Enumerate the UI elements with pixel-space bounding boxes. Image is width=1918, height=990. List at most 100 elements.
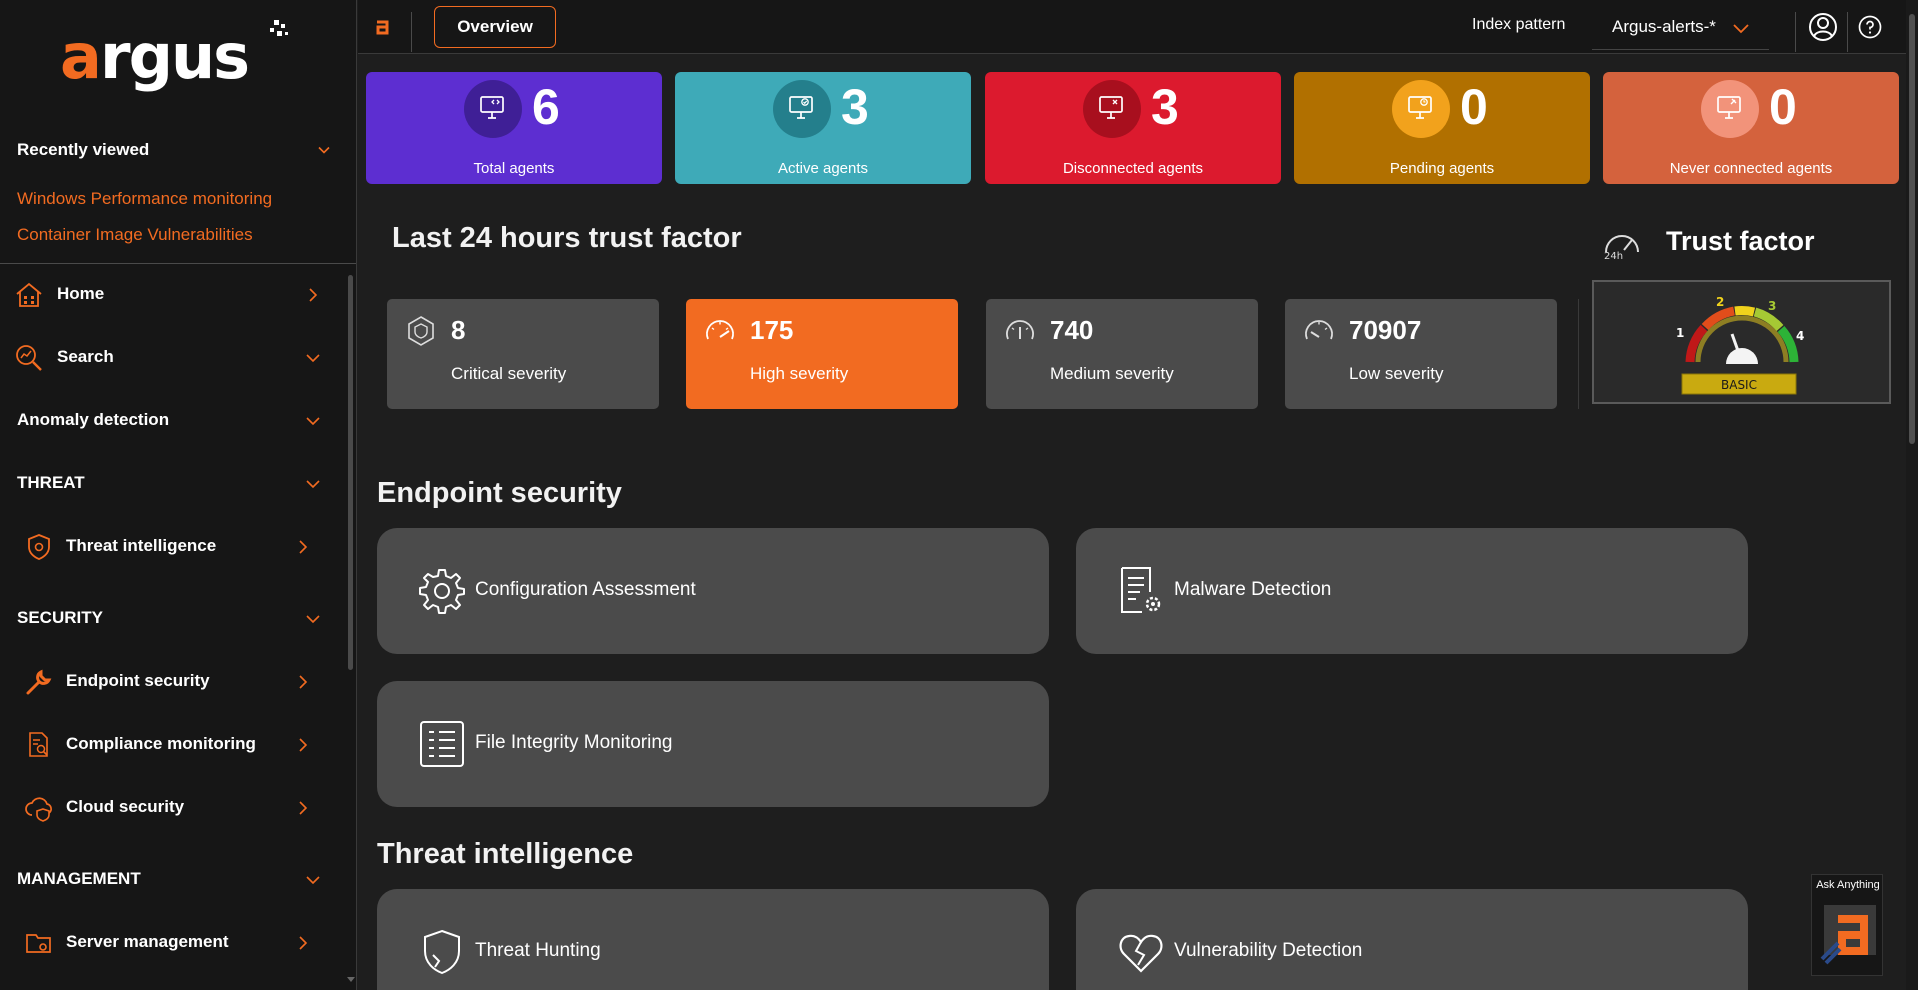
stat-label: Active agents (777, 160, 869, 177)
severity-value: 8 (451, 315, 466, 345)
index-pattern-select[interactable]: Argus-alerts-* (1592, 8, 1769, 50)
recent-link-container-image[interactable]: Container Image Vulnerabilities (17, 225, 253, 245)
list-document-icon (420, 721, 464, 767)
sidebar-section-threat[interactable]: THREAT (0, 459, 340, 509)
sidebar-item-label: Endpoint security (66, 671, 210, 690)
severity-card-critical[interactable]: 8 Critical severity (387, 299, 659, 409)
help-icon[interactable] (1858, 15, 1882, 39)
ask-anything-widget[interactable]: Ask Anything (1811, 874, 1883, 976)
argus-logo[interactable]: a rgus (60, 18, 300, 100)
chevron-right-icon (299, 540, 308, 554)
threat-hunting-card[interactable]: Threat Hunting (377, 889, 1049, 990)
gauge-tick-4: 4 (1796, 329, 1804, 343)
argus-mini-logo[interactable] (374, 17, 392, 35)
monitor-check-icon (773, 80, 831, 138)
chevron-right-icon (299, 936, 308, 950)
speedometer-24h-icon: 24h (1604, 235, 1639, 260)
sidebar-item-search[interactable]: Search (0, 333, 340, 383)
card-label: Malware Detection (1174, 579, 1332, 600)
gear-icon (419, 569, 465, 614)
chevron-right-icon (299, 801, 308, 815)
document-gear-icon (1121, 567, 1161, 613)
sidebar-item-label: Server management (66, 932, 229, 951)
stat-card-total-agents[interactable]: 6 Total agents (366, 72, 662, 184)
severity-card-low[interactable]: 70907 Low severity (1285, 299, 1557, 409)
severity-value: 70907 (1349, 315, 1422, 345)
chevron-down-icon[interactable] (318, 144, 330, 156)
configuration-assessment-card[interactable]: Configuration Assessment (377, 528, 1049, 654)
severity-label: Critical severity (451, 364, 567, 383)
speedometer-low-icon (1305, 320, 1333, 340)
sidebar-item-anomaly-detection[interactable]: Anomaly detection (0, 396, 340, 446)
stat-card-active-agents[interactable]: 3 Active agents (675, 72, 971, 184)
hexagon-shield-icon (408, 316, 434, 346)
stat-card-pending-agents[interactable]: 0 Pending agents (1294, 72, 1590, 184)
speedometer-medium-icon (1006, 320, 1034, 340)
stat-card-disconnected-agents[interactable]: 3 Disconnected agents (985, 72, 1281, 184)
scroll-down-arrow-icon[interactable] (346, 976, 356, 984)
malware-detection-card[interactable]: Malware Detection (1076, 528, 1748, 654)
svg-text:rgus: rgus (100, 20, 248, 93)
sidebar-item-label: Home (57, 284, 105, 303)
stat-card-never-connected-agents[interactable]: 0 Never connected agents (1603, 72, 1899, 184)
user-icon[interactable] (1808, 12, 1838, 42)
severity-value: 175 (750, 315, 794, 345)
tab-overview[interactable]: Overview (434, 6, 556, 48)
home-icon (16, 282, 42, 307)
sidebar-item-label: Search (57, 347, 114, 366)
badge-24h-text: 24h (1604, 251, 1623, 260)
sidebar-divider (0, 263, 356, 264)
endpoint-section-title: Endpoint security (377, 477, 622, 509)
sidebar-section-label: SECURITY (17, 608, 103, 627)
trust-factor-title: Trust factor (1666, 226, 1815, 256)
folder-gear-icon (26, 934, 51, 953)
sidebar-item-home[interactable]: Home (0, 270, 340, 320)
sidebar-item-label: Cloud security (66, 797, 185, 816)
chevron-down-icon (306, 354, 320, 363)
recently-viewed-title: Recently viewed (17, 140, 150, 159)
cloud-shield-icon (25, 797, 52, 822)
sidebar-item-server-management[interactable]: Server management (0, 918, 340, 968)
sidebar-section-security[interactable]: SECURITY (0, 594, 340, 644)
sidebar-item-label: Anomaly detection (17, 410, 170, 429)
wrench-icon (26, 669, 52, 695)
sidebar-item-endpoint-security[interactable]: Endpoint security (0, 657, 340, 707)
sidebar-section-management[interactable]: MANAGEMENT (0, 855, 340, 905)
chevron-right-icon (309, 288, 318, 302)
index-pattern-value: Argus-alerts-* (1612, 17, 1716, 36)
svg-text:a: a (60, 20, 102, 93)
stat-value: 6 (532, 79, 560, 135)
recent-link-windows-performance[interactable]: Windows Performance monitoring (17, 189, 272, 209)
speedometer-high-icon (706, 320, 734, 340)
topbar-divider (1795, 12, 1796, 52)
sidebar-item-cloud-security[interactable]: Cloud security (0, 783, 340, 833)
index-pattern-label: Index pattern (1472, 16, 1566, 33)
sidebar-scrollbar[interactable] (348, 275, 353, 670)
main-scrollbar[interactable] (1906, 0, 1918, 990)
search-icon (16, 345, 42, 371)
stat-label: Total agents (473, 160, 555, 177)
chevron-down-icon (1733, 24, 1749, 34)
chevron-down-icon (306, 615, 320, 624)
topbar-divider (1847, 12, 1848, 52)
chevron-down-icon (306, 876, 320, 885)
sidebar-section-label: THREAT (17, 473, 85, 492)
card-label: Configuration Assessment (475, 579, 696, 600)
sidebar-item-threat-intelligence[interactable]: Threat intelligence (0, 522, 340, 572)
file-integrity-monitoring-card[interactable]: File Integrity Monitoring (377, 681, 1049, 807)
gauge-tick-2: 2 (1716, 295, 1724, 309)
stat-value: 0 (1769, 79, 1797, 135)
severity-label: Low severity (1349, 364, 1444, 383)
card-label: Vulnerability Detection (1174, 940, 1363, 961)
severity-card-high[interactable]: 175 High severity (686, 299, 958, 409)
trust-divider (1578, 299, 1579, 409)
monitor-code-icon (464, 80, 522, 138)
main-scrollbar-thumb[interactable] (1909, 14, 1915, 444)
chevron-down-icon (306, 480, 320, 489)
chevron-right-icon (299, 675, 308, 689)
severity-card-medium[interactable]: 740 Medium severity (986, 299, 1258, 409)
vulnerability-detection-card[interactable]: Vulnerability Detection (1076, 889, 1748, 990)
monitor-x-icon (1083, 80, 1141, 138)
sidebar-item-compliance-monitoring[interactable]: Compliance monitoring (0, 720, 340, 770)
trust-factor-gauge: 1 2 3 4 BASIC (1592, 280, 1891, 404)
